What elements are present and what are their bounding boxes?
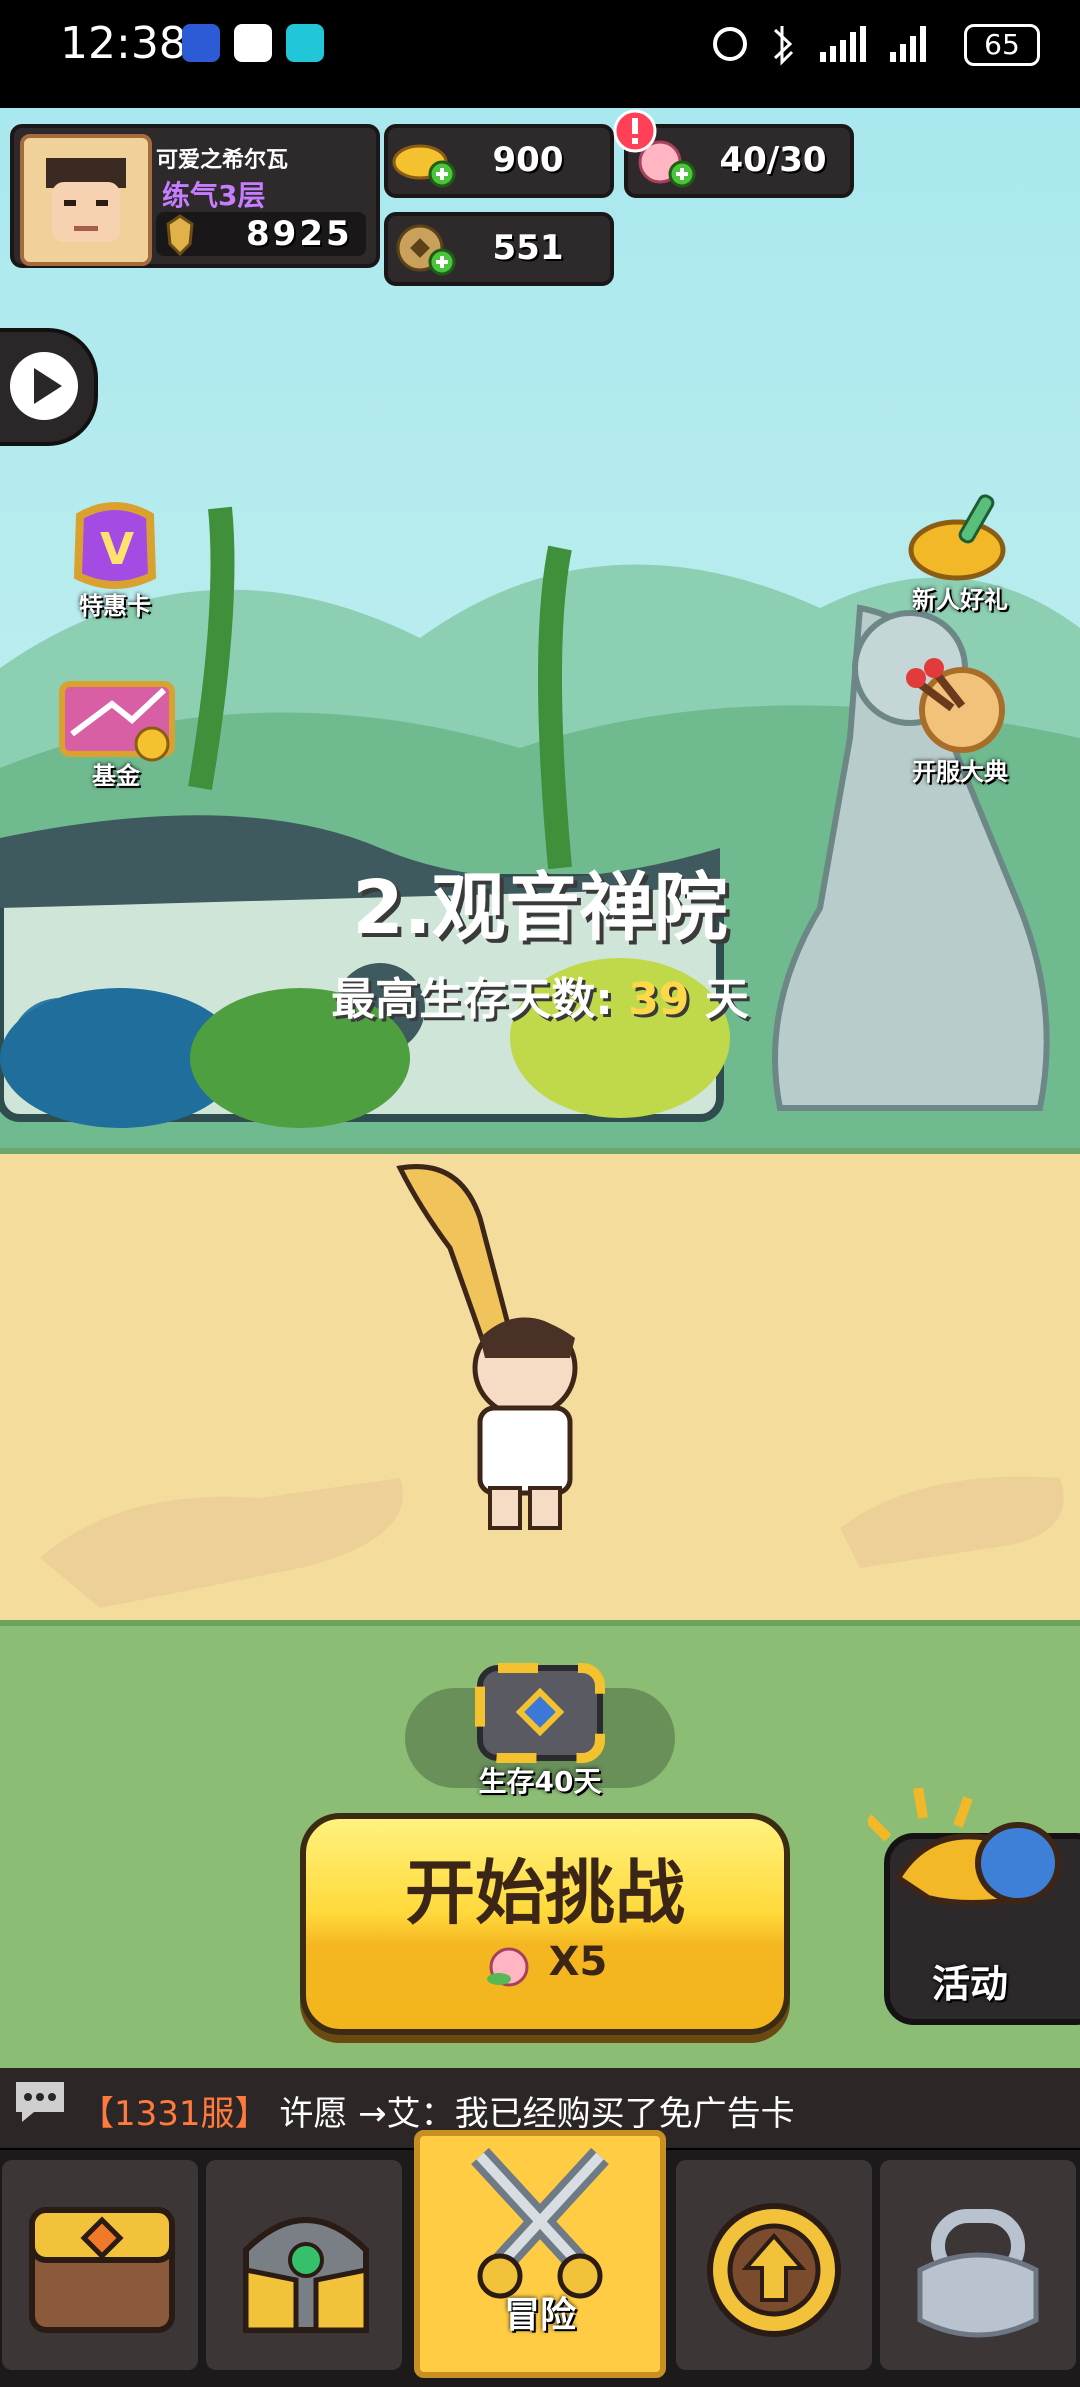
status-time: 12:38 bbox=[60, 18, 187, 69]
nav-tab-adventure[interactable]: 冒险 bbox=[414, 2130, 666, 2378]
newbie-gift-label: 新人好礼 bbox=[912, 586, 1008, 614]
combat-power-value: 8925 bbox=[246, 214, 353, 254]
nav-adventure-label: 冒险 bbox=[503, 2295, 576, 2336]
alert-badge-icon bbox=[613, 109, 657, 153]
chat-message: 【1331服】 许愿 →艾：我已经购买了免广告卡 bbox=[80, 2086, 795, 2135]
coin-resource[interactable]: 551 bbox=[384, 212, 614, 286]
fund-button[interactable]: 基金 bbox=[46, 664, 186, 794]
best-days-label: 最高生存天数: bbox=[331, 974, 613, 1025]
copper-coin-icon bbox=[396, 224, 456, 276]
nav-tab-locked[interactable] bbox=[880, 2160, 1076, 2370]
game-scene: 可爱之希尔瓦 练气3层 8925 900 40/30 551 V 特惠卡 基金 … bbox=[0, 108, 1080, 2068]
chat-sender: 许愿 bbox=[279, 2094, 348, 2134]
special-card-label: 特惠卡 bbox=[79, 592, 151, 620]
player-profile-panel[interactable]: 可爱之希尔瓦 练气3层 8925 bbox=[10, 124, 380, 268]
chat-bubble-icon bbox=[16, 2082, 64, 2122]
play-icon bbox=[10, 352, 78, 420]
best-days-value: 39 bbox=[628, 974, 690, 1025]
player-name: 可爱之希尔瓦 bbox=[156, 148, 289, 173]
golden-chest-icon bbox=[29, 2207, 175, 2333]
avatar[interactable] bbox=[20, 134, 152, 266]
stamina-amount: 40/30 bbox=[719, 140, 827, 180]
status-bar: 12:38 65 bbox=[0, 0, 1080, 108]
upgrade-arrow-icon bbox=[707, 2203, 841, 2337]
cultivation-realm: 练气3层 bbox=[162, 179, 266, 212]
chat-text: →艾：我已经购买了免广告卡 bbox=[358, 2094, 795, 2134]
newbie-gift-button[interactable]: 新人好礼 bbox=[890, 488, 1030, 618]
treasure-pot-icon bbox=[908, 494, 1006, 581]
bottom-navigation: 冒险 bbox=[0, 2130, 1080, 2387]
fund-label: 基金 bbox=[92, 762, 140, 790]
start-challenge-label: 开始挑战 bbox=[405, 1852, 685, 1934]
hero-portrait-icon bbox=[46, 158, 126, 242]
status-icons bbox=[713, 26, 926, 66]
gold-amount: 900 bbox=[492, 140, 564, 180]
survival-chest[interactable]: 生存40天 bbox=[445, 1648, 635, 1808]
treasure-chest-icon bbox=[475, 1663, 605, 1763]
best-survival-days: 最高生存天数: 39 天 bbox=[0, 963, 1080, 1027]
gold-resource[interactable]: 900 bbox=[384, 124, 614, 198]
horn-icon bbox=[868, 1788, 1061, 1906]
start-challenge-button[interactable]: 开始挑战 X5 bbox=[300, 1813, 790, 2035]
server-event-button[interactable]: 开服大典 bbox=[890, 658, 1030, 788]
start-cost-value: X5 bbox=[548, 1939, 608, 1985]
server-event-label: 开服大典 bbox=[912, 758, 1008, 786]
stamina-resource[interactable]: 40/30 bbox=[624, 124, 854, 198]
nav-tab-upgrade[interactable] bbox=[676, 2160, 872, 2370]
expand-panel-button[interactable] bbox=[0, 328, 98, 446]
lock-icon bbox=[917, 2209, 1039, 2338]
coin-amount: 551 bbox=[492, 228, 564, 268]
hero-character bbox=[396, 1164, 578, 1530]
helmet-icon bbox=[243, 2217, 369, 2333]
best-days-unit: 天 bbox=[704, 974, 749, 1025]
fund-chest-icon bbox=[59, 681, 175, 762]
bluetooth-icon bbox=[773, 26, 794, 66]
activity-label: 活动 bbox=[931, 1962, 1008, 2006]
alarm-icon bbox=[713, 27, 747, 61]
battery-indicator: 65 bbox=[964, 24, 1040, 66]
special-card-button[interactable]: V 特惠卡 bbox=[50, 496, 180, 626]
start-challenge-cost: X5 bbox=[306, 1939, 784, 1987]
gold-ingot-icon bbox=[392, 144, 456, 188]
combat-power-icon bbox=[166, 214, 194, 257]
signal-icon bbox=[890, 26, 926, 62]
combat-power-bar: 8925 bbox=[156, 212, 366, 257]
vip-card-icon: V bbox=[73, 502, 157, 589]
svg-text:V: V bbox=[100, 524, 134, 575]
survival-chest-label: 生存40天 bbox=[478, 1765, 602, 1798]
nav-tab-shop[interactable] bbox=[2, 2160, 198, 2370]
app-notification-icon bbox=[234, 24, 272, 62]
chat-server: 【1331服】 bbox=[80, 2094, 269, 2134]
signal-icon bbox=[820, 26, 866, 62]
app-notification-icon bbox=[182, 24, 220, 62]
app-notification-icon bbox=[286, 24, 324, 62]
peach-icon bbox=[486, 1947, 529, 1987]
stage-title: 2.观音禅院 bbox=[352, 865, 728, 951]
drum-icon bbox=[906, 658, 1005, 753]
nav-tab-equipment[interactable] bbox=[206, 2160, 402, 2370]
